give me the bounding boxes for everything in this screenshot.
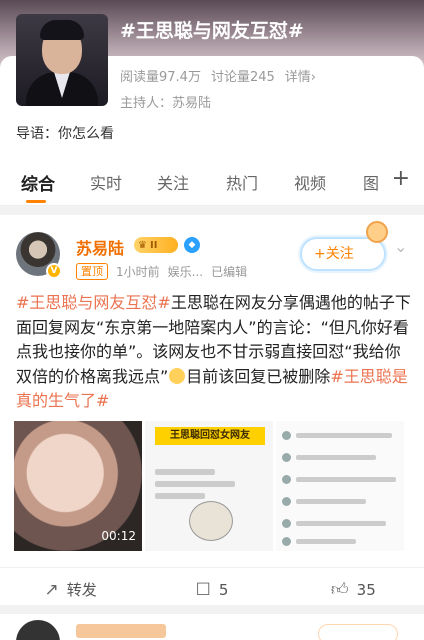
image-text-line bbox=[155, 481, 235, 487]
image-thumbnail-3[interactable] bbox=[276, 421, 404, 551]
post-body-text-2: 目前该回复已被删除 bbox=[186, 366, 331, 386]
comment-row bbox=[282, 537, 398, 547]
repost-icon: ↗ bbox=[44, 579, 59, 600]
meme-face-image bbox=[189, 501, 233, 541]
topic-card: #王思聪与网友互怼# 阅读量97.4万 讨论量245 详情› 主持人：苏易陆 导… bbox=[0, 0, 424, 158]
comment-row bbox=[282, 497, 398, 507]
post-actions: ↗ 转发 ☐ 5 👍︎ 35 bbox=[0, 567, 424, 605]
tab-video[interactable]: 视频 bbox=[294, 170, 326, 194]
video-duration: 00:12 bbox=[101, 529, 136, 543]
thumb-person-hair bbox=[40, 20, 84, 40]
active-tab-indicator bbox=[26, 200, 46, 203]
comment-row bbox=[282, 519, 398, 529]
discuss-count: 讨论量245 bbox=[210, 70, 275, 85]
cat-sticker-icon bbox=[366, 221, 388, 243]
post-card: V 苏易陆 ♛ II ◆ 置顶 1小时前 娱乐... 已编辑 +关注 ⌄ #王思… bbox=[0, 215, 424, 605]
follow-decoration: +关注 bbox=[300, 221, 390, 271]
image-text-line bbox=[155, 493, 205, 499]
topic-host[interactable]: 主持人：苏易陆 bbox=[120, 92, 211, 111]
details-link[interactable]: 详情› bbox=[285, 66, 316, 85]
like-count: 35 bbox=[356, 580, 376, 599]
read-count: 阅读量97.4万 bbox=[120, 70, 201, 85]
image-text-line bbox=[155, 469, 215, 475]
tab-hot[interactable]: 热门 bbox=[226, 170, 258, 194]
post-time: 1小时前 bbox=[116, 265, 160, 279]
verified-badge-icon: V bbox=[46, 263, 62, 279]
image-banner-text: 王思聪回怼女网友 bbox=[155, 427, 265, 445]
tab-image[interactable]: 图 bbox=[363, 170, 379, 194]
repost-button[interactable]: ↗ 转发 bbox=[0, 568, 141, 605]
crown-icon: ♛ bbox=[138, 239, 147, 251]
comment-row bbox=[282, 431, 398, 441]
post-edited[interactable]: 已编辑 bbox=[211, 263, 247, 280]
tab-realtime[interactable]: 实时 bbox=[90, 170, 122, 194]
media-row: 00:12 王思聪回怼女网友 bbox=[14, 421, 408, 551]
comment-row bbox=[282, 475, 398, 485]
comment-icon: ☐ bbox=[195, 579, 211, 600]
post-meta: 1小时前 娱乐... 已编辑 bbox=[116, 263, 247, 280]
next-post-follow-button[interactable] bbox=[318, 624, 398, 640]
diamond-icon[interactable]: ◆ bbox=[184, 237, 200, 253]
repost-label: 转发 bbox=[66, 581, 97, 599]
topic-cover-image[interactable] bbox=[16, 14, 108, 106]
topic-title: #王思聪与网友互怼# bbox=[120, 20, 304, 42]
pinned-badge: 置顶 bbox=[76, 263, 108, 280]
hashtag-link[interactable]: #王思聪与网友互怼# bbox=[16, 293, 171, 312]
next-post-username[interactable] bbox=[76, 624, 166, 638]
post-text: #王思聪与网友互怼#王思聪在网友分享偶遇他的帖子下面回复网友“东京第一地陪案内人… bbox=[16, 291, 412, 414]
image-thumbnail-2[interactable]: 王思聪回怼女网友 bbox=[145, 421, 273, 551]
tab-following[interactable]: 关注 bbox=[157, 170, 189, 194]
comment-count: 5 bbox=[218, 580, 229, 599]
post-source[interactable]: 娱乐... bbox=[168, 263, 203, 280]
follow-button-label: +关注 bbox=[314, 246, 354, 262]
like-button[interactable]: 👍︎ 35 bbox=[283, 568, 424, 605]
tab-comprehensive[interactable]: 综合 bbox=[21, 170, 55, 195]
chevron-down-icon[interactable]: ⌄ bbox=[394, 237, 407, 256]
post-username[interactable]: 苏易陆 bbox=[76, 235, 124, 259]
vip-badge[interactable]: ♛ II bbox=[134, 237, 178, 253]
emoji-icon bbox=[169, 367, 186, 384]
comment-button[interactable]: ☐ 5 bbox=[141, 568, 282, 605]
comment-row bbox=[282, 453, 398, 463]
vip-level: II bbox=[149, 239, 158, 251]
plus-icon[interactable]: + bbox=[392, 166, 410, 191]
thumbs-up-icon: 👍︎ bbox=[330, 580, 349, 600]
tabs-bar: 综合 实时 关注 热门 视频 图 + bbox=[0, 156, 424, 206]
video-thumbnail[interactable]: 00:12 bbox=[14, 421, 142, 551]
topic-stats: 阅读量97.4万 讨论量245 详情› bbox=[120, 66, 316, 85]
topic-intro: 导语：你怎么看 bbox=[16, 126, 114, 142]
